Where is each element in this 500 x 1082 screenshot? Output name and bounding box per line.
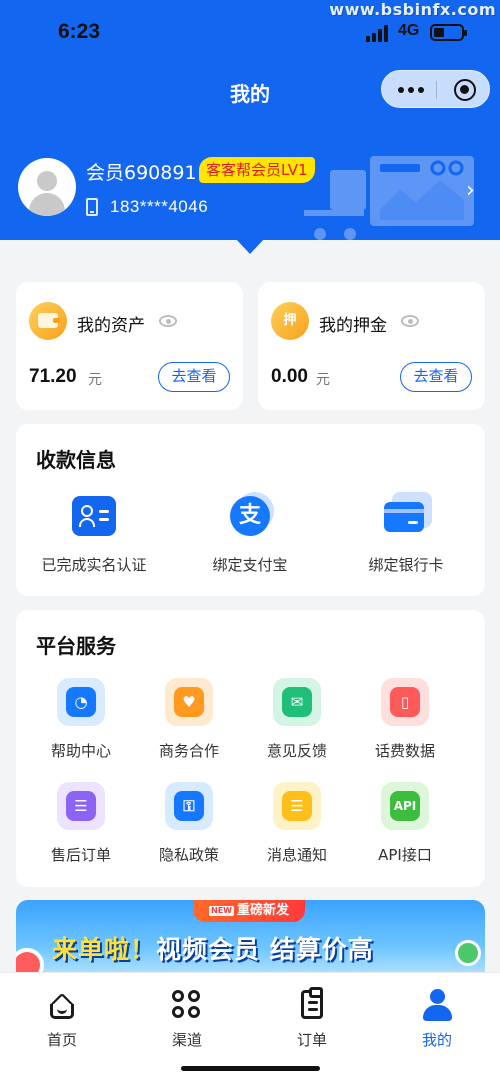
service-item[interactable]: ▯ 话费数据 [351, 678, 459, 768]
promo-banner[interactable]: NEW 重磅新发 来单啦！视频会员 结算价高 [16, 900, 485, 980]
tab-label: 我的 [421, 1031, 452, 1049]
banner-tag: NEW 重磅新发 [193, 900, 305, 922]
platform-services-card: 平台服务 ◔ 帮助中心 ♥ 商务合作 ✉ 意见反馈 ▯ 话费数据 ☰ 售后订单 ⚿ 隐私政策 ☰ 消息通知… [16, 610, 485, 887]
service-item[interactable]: ☰ 售后订单 [27, 782, 135, 872]
handshake-heart-icon: ♥ [165, 678, 213, 726]
bank-card-icon [384, 492, 432, 540]
channel-grid-icon [171, 989, 203, 1021]
network-type: 4G [398, 22, 420, 39]
payment-item-bankcard[interactable]: 绑定银行卡 [328, 490, 484, 590]
api-icon-glyph: API [390, 791, 420, 821]
service-item[interactable]: ☰ 消息通知 [243, 782, 351, 872]
wallet-icon [29, 302, 67, 340]
service-item-label: 话费数据 [374, 742, 435, 760]
asset-unit: 元 [88, 372, 102, 388]
deposit-coin-icon: 押 [271, 302, 309, 340]
phone-number: 183****4046 [110, 197, 209, 216]
watermark: www.bsbinfx.com [329, 0, 496, 19]
tab-home[interactable]: 首页 [12, 983, 112, 1049]
home-icon [46, 989, 78, 1021]
handshake-heart-icon-glyph: ♥ [174, 687, 204, 717]
service-item[interactable]: ♥ 商务合作 [135, 678, 243, 768]
banner-decoration [455, 940, 481, 966]
service-item[interactable]: ✉ 意见反馈 [243, 678, 351, 768]
section-title: 平台服务 [36, 634, 116, 658]
payment-item-realname[interactable]: 已完成实名认证 [16, 490, 172, 590]
chat-bubble-icon-glyph: ☰ [282, 791, 312, 821]
service-item-label: 售后订单 [50, 846, 111, 864]
new-badge: NEW [209, 905, 234, 916]
tab-label: 订单 [296, 1031, 327, 1049]
close-target-icon[interactable] [454, 79, 476, 101]
banner-tag-text: 重磅新发 [236, 903, 289, 918]
signal-icon [366, 24, 392, 42]
privacy-shield-icon-glyph: ⚿ [174, 791, 204, 821]
chat-bubble-icon: ☰ [273, 782, 321, 830]
headset-icon-glyph: ◔ [66, 687, 96, 717]
asset-title: 我的资产 [77, 316, 145, 336]
payment-item-label: 绑定银行卡 [368, 556, 444, 574]
service-item-label: 意见反馈 [266, 742, 327, 760]
tab-channel[interactable]: 渠道 [137, 983, 237, 1049]
tab-profile[interactable]: 我的 [387, 983, 487, 1049]
tab-label: 渠道 [171, 1031, 202, 1049]
payment-item-label: 已完成实名认证 [41, 556, 147, 574]
header-illustration [304, 156, 474, 240]
phone-bill-icon-glyph: ▯ [390, 687, 420, 717]
order-clipboard-icon [296, 987, 328, 1021]
service-item[interactable]: ◔ 帮助中心 [27, 678, 135, 768]
payment-item-alipay[interactable]: 支 绑定支付宝 [172, 490, 328, 590]
asset-view-button[interactable]: 去查看 [158, 362, 230, 392]
deposit-card[interactable]: 押 我的押金 0.00 元 去查看 [258, 282, 485, 410]
mail-icon: ✉ [273, 678, 321, 726]
service-item[interactable]: ⚿ 隐私政策 [135, 782, 243, 872]
asset-card[interactable]: 我的资产 71.20 元 去查看 [16, 282, 243, 410]
battery-icon [430, 24, 467, 41]
service-item-label: 商务合作 [158, 742, 219, 760]
alipay-icon: 支 [228, 492, 274, 540]
section-title: 收款信息 [36, 448, 116, 472]
tab-label: 首页 [46, 1031, 77, 1049]
header-notch [235, 238, 265, 254]
capsule-divider [436, 81, 437, 99]
member-level-badge: 客客帮会员LV1 [199, 157, 315, 183]
id-card-icon [72, 496, 116, 540]
after-sale-icon: ☰ [57, 782, 105, 830]
profile-icon [421, 989, 453, 1021]
phone-bill-icon: ▯ [381, 678, 429, 726]
service-item[interactable]: API API接口 [351, 782, 459, 872]
deposit-unit: 元 [316, 372, 330, 388]
service-item-label: 消息通知 [266, 846, 327, 864]
banner-headline: 来单啦！视频会员 结算价高 [52, 935, 374, 964]
mail-icon-glyph: ✉ [282, 687, 312, 717]
api-icon: API [381, 782, 429, 830]
status-bar: 6:23 4G [0, 18, 500, 52]
deposit-title: 我的押金 [319, 316, 387, 336]
status-time: 6:23 [58, 20, 101, 43]
payment-info-card: 收款信息 已完成实名认证 支 绑定支付宝 绑定银行卡 [16, 424, 485, 596]
service-item-label: 帮助中心 [50, 742, 111, 760]
tab-orders[interactable]: 订单 [262, 983, 362, 1049]
chevron-right-icon[interactable]: › [466, 178, 475, 203]
deposit-amount: 0.00 [271, 366, 308, 387]
deposit-view-button[interactable]: 去查看 [400, 362, 472, 392]
privacy-shield-icon: ⚿ [165, 782, 213, 830]
phone-icon [86, 198, 98, 216]
after-sale-icon-glyph: ☰ [66, 791, 96, 821]
service-item-label: 隐私政策 [158, 846, 219, 864]
avatar[interactable] [18, 158, 76, 216]
member-name: 会员690891 [86, 162, 197, 184]
service-item-label: API接口 [378, 846, 432, 864]
more-icon[interactable] [398, 87, 424, 93]
mini-program-capsule [381, 70, 490, 108]
headset-icon: ◔ [57, 678, 105, 726]
eye-icon[interactable] [159, 315, 177, 327]
asset-amount: 71.20 [29, 366, 77, 387]
home-indicator [181, 1066, 320, 1071]
payment-item-label: 绑定支付宝 [212, 556, 288, 574]
eye-icon[interactable] [401, 315, 419, 327]
